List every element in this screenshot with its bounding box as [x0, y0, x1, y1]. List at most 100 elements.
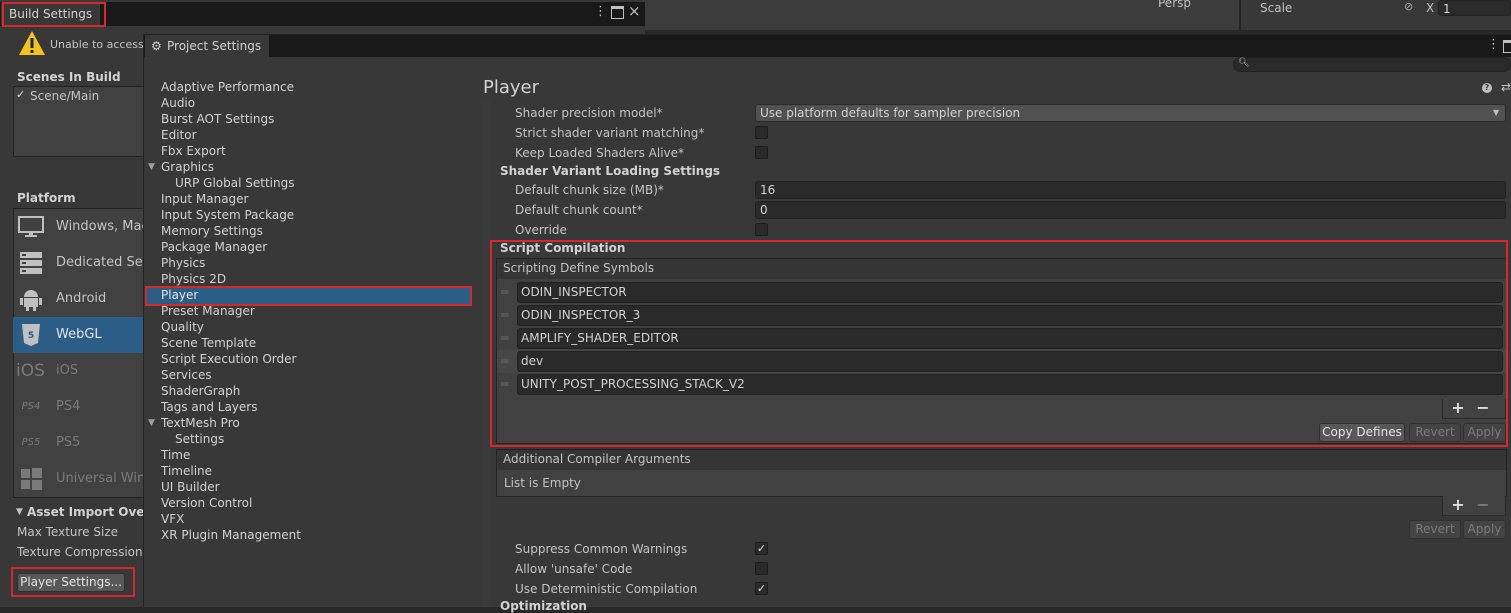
remove-define-button[interactable]: −	[1474, 398, 1492, 417]
category-item[interactable]: Script Execution Order	[161, 352, 296, 366]
scene-check-icon[interactable]: ✓	[16, 88, 25, 101]
windows-icon	[18, 467, 44, 491]
category-item[interactable]: Preset Manager	[161, 304, 255, 318]
category-item[interactable]: Physics	[161, 256, 205, 270]
panel-splitter[interactable]	[473, 72, 481, 607]
scale-x-field[interactable]: 1	[1438, 0, 1511, 16]
persp-label[interactable]: Persp	[1158, 0, 1191, 10]
close-icon[interactable]: ×	[628, 2, 641, 20]
platform-universal-windows[interactable]: Universal Wind	[14, 461, 154, 497]
category-item[interactable]: Time	[161, 448, 190, 462]
suppress-warnings-checkbox[interactable]: ✓	[755, 542, 768, 555]
category-item[interactable]: Input System Package	[161, 208, 294, 222]
drag-handle-icon[interactable]: ═	[501, 282, 513, 303]
project-settings-maximize-icon[interactable]	[1503, 40, 1511, 53]
build-settings-tab[interactable]: Build Settings	[1, 3, 101, 25]
help-icon[interactable]: ?	[1482, 83, 1492, 93]
category-item[interactable]: Quality	[161, 320, 204, 334]
category-item[interactable]: Timeline	[161, 464, 212, 478]
more-options-icon[interactable]: ⋮	[594, 4, 607, 19]
html5-icon: 5	[18, 323, 44, 347]
category-item[interactable]: VFX	[161, 512, 184, 526]
category-item[interactable]: Burst AOT Settings	[161, 112, 274, 126]
asset-import-header[interactable]: Asset Import Overri	[27, 505, 160, 519]
chunk-size-field[interactable]: 16	[755, 181, 1506, 199]
category-item[interactable]: Input Manager	[161, 192, 249, 206]
category-item[interactable]: ShaderGraph	[161, 384, 240, 398]
server-icon	[18, 251, 44, 275]
preset-icon[interactable]: ⇄	[1501, 80, 1511, 94]
optimization-header: Optimization	[500, 599, 587, 613]
define-symbol-field[interactable]: AMPLIFY_SHADER_EDITOR	[517, 328, 1503, 349]
settings-search-input[interactable]	[1233, 57, 1511, 72]
scale-label: Scale	[1260, 1, 1293, 15]
platform-webgl[interactable]: 5 WebGL	[13, 317, 144, 353]
apply-args-button[interactable]: Apply	[1463, 520, 1506, 539]
category-item[interactable]: Graphics	[161, 160, 214, 174]
category-player[interactable]: Player	[161, 288, 198, 302]
drag-handle-icon[interactable]: ═	[501, 305, 513, 326]
category-item[interactable]: Adaptive Performance	[161, 80, 294, 94]
platform-ps4[interactable]: PS4 PS4	[14, 389, 144, 425]
player-scrollbar-track[interactable]	[481, 100, 491, 607]
strict-shader-checkbox[interactable]	[755, 126, 768, 139]
maximize-icon[interactable]	[611, 6, 624, 19]
platform-dedicated-server[interactable]: Dedicated Ser	[14, 245, 148, 281]
foldout-arrow-icon[interactable]: ▼	[148, 162, 155, 172]
category-item[interactable]: UI Builder	[161, 480, 220, 494]
warning-icon	[18, 30, 46, 56]
add-define-button[interactable]: +	[1449, 398, 1467, 417]
platform-ps5[interactable]: PS5 PS5	[14, 425, 144, 461]
revert-defines-button[interactable]: Revert	[1409, 423, 1461, 442]
project-settings-more-icon[interactable]: ⋮	[1487, 37, 1500, 52]
list-empty-text: List is Empty	[504, 476, 581, 490]
revert-args-button[interactable]: Revert	[1409, 520, 1461, 539]
script-compilation-header: Script Compilation	[500, 241, 626, 255]
category-item[interactable]: TextMesh Pro	[161, 416, 240, 430]
category-item[interactable]: Memory Settings	[161, 224, 263, 238]
platform-ios[interactable]: iOS iOS	[14, 353, 144, 389]
shader-precision-dropdown[interactable]: Use platform defaults for sampler precis…	[755, 104, 1506, 122]
asset-import-foldout-icon[interactable]: ▼	[16, 507, 23, 517]
platform-windows[interactable]: Windows, Mac	[14, 209, 149, 245]
category-item[interactable]: XR Plugin Management	[161, 528, 301, 542]
copy-defines-button[interactable]: Copy Defines	[1319, 423, 1405, 442]
category-item[interactable]: Settings	[175, 432, 224, 446]
category-item[interactable]: Tags and Layers	[161, 400, 257, 414]
define-symbol-field[interactable]: dev	[517, 351, 1503, 372]
category-item[interactable]: Version Control	[161, 496, 252, 510]
category-item[interactable]: Physics 2D	[161, 272, 226, 286]
link-icon[interactable]: ⊘	[1404, 0, 1418, 14]
project-settings-tabbar	[144, 35, 1511, 57]
scenes-in-build-header: Scenes In Build	[17, 70, 121, 84]
player-settings-button[interactable]: Player Settings...	[17, 573, 125, 592]
category-item[interactable]: Editor	[161, 128, 197, 142]
category-item[interactable]: Fbx Export	[161, 144, 226, 158]
define-symbol-field[interactable]: ODIN_INSPECTOR	[517, 282, 1503, 303]
allow-unsafe-label: Allow 'unsafe' Code	[515, 562, 633, 576]
drag-handle-icon[interactable]: ═	[501, 351, 513, 372]
category-item[interactable]: Package Manager	[161, 240, 267, 254]
add-argument-button[interactable]: +	[1449, 495, 1467, 514]
remove-argument-button[interactable]: −	[1474, 495, 1492, 514]
define-symbol-field[interactable]: UNITY_POST_PROCESSING_STACK_V2	[517, 374, 1503, 395]
define-symbol-field[interactable]: ODIN_INSPECTOR_3	[517, 305, 1503, 326]
deterministic-checkbox[interactable]: ✓	[755, 582, 768, 595]
apply-defines-button[interactable]: Apply	[1463, 423, 1506, 442]
foldout-arrow-icon[interactable]: ▼	[148, 418, 155, 428]
allow-unsafe-checkbox[interactable]	[755, 562, 768, 575]
category-item[interactable]: URP Global Settings	[175, 176, 294, 190]
platform-android[interactable]: Android	[14, 281, 144, 317]
scene-item[interactable]: Scene/Main	[30, 89, 99, 103]
category-item[interactable]: Scene Template	[161, 336, 256, 350]
project-settings-tab[interactable]: ⚙ Project Settings	[145, 35, 270, 57]
category-item[interactable]: Audio	[161, 96, 195, 110]
keep-shaders-checkbox[interactable]	[755, 146, 768, 159]
drag-handle-icon[interactable]: ═	[501, 328, 513, 349]
texture-compression-label: Texture Compression	[17, 545, 143, 559]
chunk-count-field[interactable]: 0	[755, 201, 1506, 219]
category-item[interactable]: Services	[161, 368, 212, 382]
override-checkbox[interactable]	[755, 223, 768, 236]
platform-header: Platform	[17, 191, 76, 205]
drag-handle-icon[interactable]: ═	[501, 374, 513, 395]
